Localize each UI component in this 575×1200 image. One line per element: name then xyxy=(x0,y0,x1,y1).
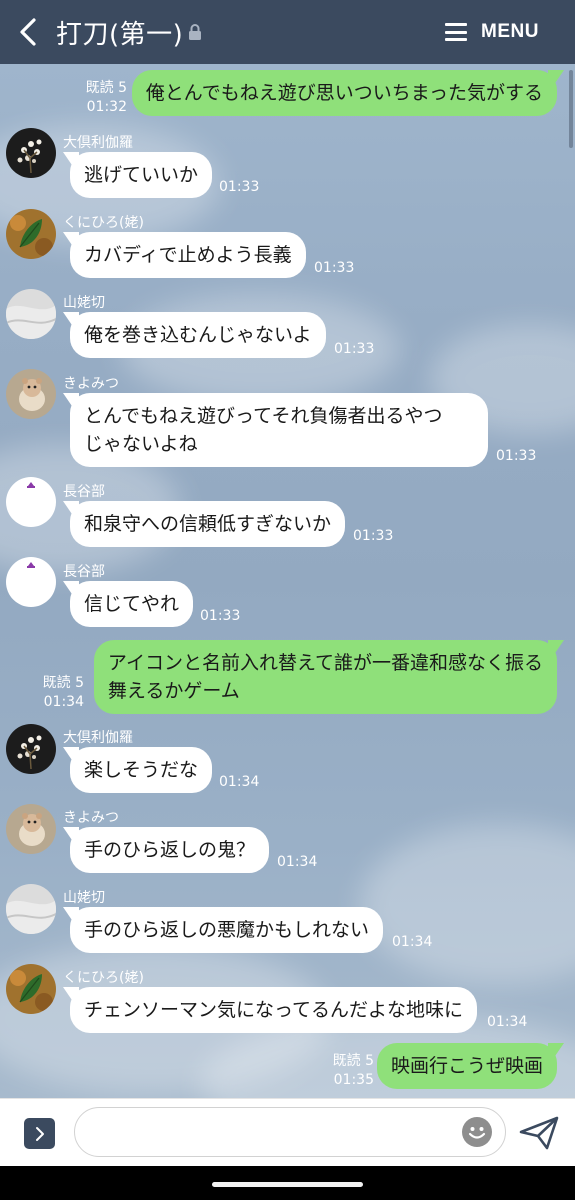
message-time: 01:33 xyxy=(334,341,375,357)
sender-name: 大倶利伽羅 xyxy=(63,135,133,151)
message-time: 01:33 xyxy=(200,608,241,624)
avatar[interactable] xyxy=(6,289,56,339)
avatar[interactable] xyxy=(6,724,56,774)
menu-button[interactable]: MENU xyxy=(445,0,539,64)
message-time: 01:33 xyxy=(314,260,355,276)
incoming-message[interactable]: チェンソーマン気になってるんだよな地味に xyxy=(70,987,478,1033)
incoming-message[interactable]: 信じてやれ xyxy=(70,581,194,627)
sender-name: 山姥切 xyxy=(63,890,105,906)
scrollbar-thumb[interactable] xyxy=(569,70,573,148)
message-time: 01:34 xyxy=(219,774,260,790)
message-time: 01:34 xyxy=(392,934,433,950)
hamburger-icon xyxy=(445,23,468,41)
message-time: 01:33 xyxy=(219,179,260,195)
avatar[interactable] xyxy=(6,128,56,178)
avatar[interactable] xyxy=(6,884,56,934)
incoming-message[interactable]: とんでもねえ遊びってそれ負傷者出るやつ じゃないよね xyxy=(70,393,488,467)
message-time: 01:33 xyxy=(353,528,394,544)
sender-name: きよみつ xyxy=(63,376,119,392)
sender-name: 山姥切 xyxy=(63,295,105,311)
paper-plane-icon xyxy=(519,1116,559,1150)
avatar[interactable] xyxy=(6,369,56,419)
message-time: 01:34 xyxy=(277,854,318,870)
expand-menu-button[interactable] xyxy=(24,1118,55,1149)
system-nav-bar xyxy=(0,1166,575,1200)
chevron-right-icon xyxy=(35,1126,44,1141)
incoming-message[interactable]: 楽しそうだな xyxy=(70,747,213,793)
outgoing-message[interactable]: アイコンと名前入れ替えて誰が一番違和感なく振る 舞えるかゲーム xyxy=(93,640,557,714)
avatar[interactable] xyxy=(6,804,56,854)
message-time: 01:33 xyxy=(496,448,537,464)
lock-icon xyxy=(187,23,203,41)
chat-title[interactable]: 打刀(第一) xyxy=(56,14,183,51)
message-input[interactable] xyxy=(74,1107,506,1157)
emoji-button[interactable] xyxy=(462,1117,492,1147)
incoming-message[interactable]: 手のひら返しの鬼？ xyxy=(70,827,270,873)
avatar[interactable] xyxy=(6,964,56,1014)
outgoing-message[interactable]: 映画行こうぜ映画 xyxy=(376,1043,557,1089)
message-input-bar xyxy=(0,1098,575,1166)
incoming-message[interactable]: カバディで止めよう長義 xyxy=(70,232,306,278)
outgoing-message[interactable]: 俺とんでもねえ遊び思いついちまった気がする xyxy=(131,70,557,116)
sender-name: 長谷部 xyxy=(63,484,105,500)
chevron-left-icon xyxy=(20,18,36,46)
sender-name: 大倶利伽羅 xyxy=(63,730,133,746)
message-time: 01:34 xyxy=(487,1014,528,1030)
incoming-message[interactable]: 手のひら返しの悪魔かもしれない xyxy=(70,907,384,953)
smiley-icon xyxy=(463,1118,491,1146)
send-button[interactable] xyxy=(518,1115,560,1151)
sender-name: きよみつ xyxy=(63,810,119,826)
sender-name: くにひろ(姥) xyxy=(63,215,144,231)
read-receipt: 既読 5 01:32 xyxy=(85,80,127,115)
avatar[interactable] xyxy=(6,557,56,607)
sender-name: 長谷部 xyxy=(63,564,105,580)
menu-label: MENU xyxy=(481,21,539,42)
read-receipt: 既読 5 01:35 xyxy=(332,1053,374,1088)
sender-name: くにひろ(姥) xyxy=(63,970,144,986)
incoming-message[interactable]: 和泉守への信頼低すぎないか xyxy=(70,501,346,547)
back-button[interactable] xyxy=(0,0,56,64)
chat-header: 打刀(第一) MENU xyxy=(0,0,575,64)
incoming-message[interactable]: 俺を巻き込むんじゃないよ xyxy=(70,312,326,358)
read-receipt: 既読 5 01:34 xyxy=(42,675,84,710)
avatar[interactable] xyxy=(6,209,56,259)
incoming-message[interactable]: 逃げていいか xyxy=(70,152,213,198)
home-indicator[interactable] xyxy=(212,1182,363,1187)
chat-message-list[interactable]: 既読 5 01:32 俺とんでもねえ遊び思いついちまった気がする 大倶利伽羅 逃げ… xyxy=(0,64,575,1098)
avatar[interactable] xyxy=(6,477,56,527)
